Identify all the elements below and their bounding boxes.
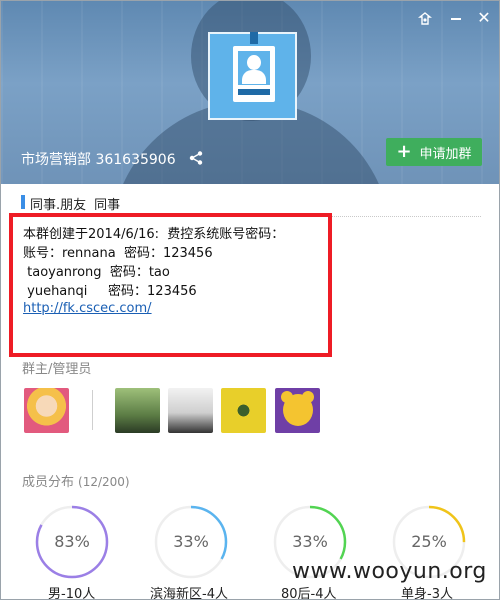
badge-head: [247, 55, 261, 70]
group-avatar: [208, 32, 297, 120]
member-count: (12/200): [78, 475, 130, 489]
group-name: 市场营销部: [21, 152, 91, 168]
plus-icon: +: [396, 141, 412, 162]
stat-label: 80后-4人: [281, 587, 337, 600]
share-icon[interactable]: [188, 150, 204, 166]
owner-avatar[interactable]: [24, 388, 69, 433]
group-header: ✕ 市场营销部 361635906 + 申请加群: [1, 1, 499, 184]
bear-face: [283, 394, 313, 426]
watermark: www.wooyun.org: [292, 559, 487, 584]
admin-avatar[interactable]: [168, 388, 213, 433]
tag-marker: [21, 195, 25, 209]
stat-value: 33%: [173, 532, 209, 551]
admin-avatar[interactable]: [115, 388, 160, 433]
skin-icon[interactable]: [417, 11, 433, 27]
admins-label: 群主/管理员: [22, 362, 92, 377]
stat-value: 83%: [54, 532, 90, 551]
tag: 同事: [94, 198, 121, 213]
member-stats-label: 成员分布: [22, 475, 75, 490]
join-group-button[interactable]: + 申请加群: [386, 138, 482, 166]
badge-body: [242, 70, 266, 84]
join-group-label: 申请加群: [419, 146, 472, 162]
admin-divider: [92, 390, 93, 430]
badge-strap: [250, 32, 258, 44]
stat-label: 滨海新区-4人: [150, 587, 228, 600]
stat-label: 男-10人: [48, 587, 96, 600]
admin-avatar[interactable]: [221, 388, 266, 433]
badge-stripe: [238, 89, 270, 95]
stat-ring-region[interactable]: 33%: [153, 504, 229, 580]
close-icon[interactable]: ✕: [475, 9, 493, 27]
stat-ring-gender[interactable]: 83%: [34, 504, 110, 580]
tag: 同事.朋友: [30, 198, 87, 213]
stat-label: 单身-3人: [401, 587, 453, 600]
highlight-box: [9, 213, 332, 357]
group-title: 市场营销部 361635906: [21, 149, 176, 169]
member-stats-title: 成员分布 (12/200): [22, 471, 130, 490]
group-id: 361635906: [95, 152, 176, 168]
admin-avatar[interactable]: [275, 388, 320, 433]
minimize-icon[interactable]: [448, 10, 464, 26]
group-profile-window: ✕ 市场营销部 361635906 + 申请加群 同事.朋友 同事 本群创建于2…: [0, 0, 500, 600]
group-tags: 同事.朋友 同事: [30, 194, 128, 213]
